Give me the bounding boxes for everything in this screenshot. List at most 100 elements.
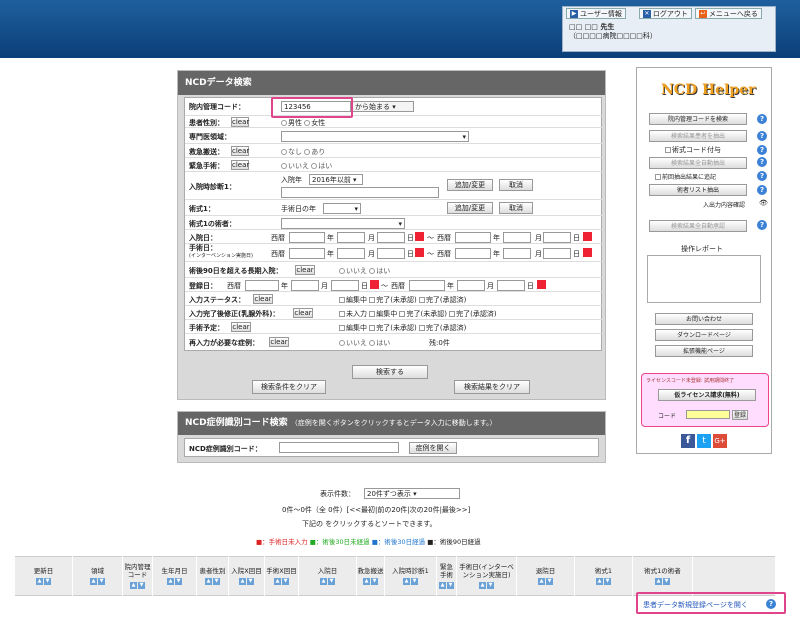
highlight-box bbox=[271, 97, 353, 118]
sort-icon[interactable]: ▲ ▼ bbox=[439, 582, 454, 589]
help-icon[interactable]: ? bbox=[757, 157, 767, 167]
paging-summary[interactable]: 0件〜0件（全 0件）[<<最初|前の20件|次の20件|最後>>] bbox=[282, 505, 470, 515]
column-header[interactable]: 術式1 ▲ ▼ bbox=[575, 556, 633, 596]
ncd-helper-panel: NCD Helper 院内管理コードを検索? 検索結果患者を抽出? 術式コード付… bbox=[636, 67, 772, 454]
sort-icon[interactable]: ▲ ▼ bbox=[403, 578, 418, 585]
revision-clear[interactable]: clear bbox=[293, 308, 313, 318]
user-name: □□ □□ 先生 bbox=[569, 23, 615, 31]
reg-date-row: 登録日： 西暦年月日〜西暦年月日 bbox=[185, 278, 603, 292]
hospital-name: （□□□□病院□□□□科） bbox=[569, 32, 657, 40]
match-mode-select[interactable]: から始まる ▾ bbox=[352, 101, 414, 112]
planned-clear[interactable]: clear bbox=[231, 322, 251, 332]
column-header[interactable]: 院内管理コード ▲ ▼ bbox=[123, 556, 153, 596]
procedure-add-button[interactable]: 追加/変更 bbox=[447, 202, 493, 214]
search-form: 院内管理コード： 123456 から始まる ▾ 患者性別： clear 男性 女性 … bbox=[184, 97, 603, 351]
google-plus-icon[interactable]: G+ bbox=[713, 434, 727, 448]
surgery-year-select[interactable]: ▾ bbox=[323, 203, 361, 214]
column-header[interactable]: 領域 ▲ ▼ bbox=[73, 556, 123, 596]
sort-icon[interactable]: ▲ ▼ bbox=[596, 578, 611, 585]
case-code-input[interactable] bbox=[279, 442, 399, 453]
license-code-input[interactable] bbox=[686, 410, 730, 419]
facebook-icon[interactable]: f bbox=[681, 434, 695, 448]
user-info-box: ▶ ユーザー情報 ✕ ログアウト ↩ メニューへ戻る □□ □□ 先生 （□□□□病院□… bbox=[562, 6, 776, 52]
input-status-clear[interactable]: clear bbox=[253, 294, 273, 304]
help-icon[interactable]: ? bbox=[757, 145, 767, 155]
admission-diag-input[interactable] bbox=[281, 187, 439, 198]
help-icon[interactable]: ? bbox=[757, 220, 767, 230]
help-icon[interactable]: ? bbox=[757, 114, 767, 124]
license-box: ライセンスコード未登録: 試用期間终了 仮ライセンス請求(無料) コード 登録 bbox=[641, 373, 769, 427]
sort-icon[interactable]: ▲ ▼ bbox=[130, 582, 145, 589]
long-stay-clear[interactable]: clear bbox=[295, 265, 315, 275]
sort-icon[interactable]: ▲ ▼ bbox=[239, 578, 254, 585]
procedure-cancel-button[interactable]: 取消 bbox=[499, 202, 533, 214]
search-button[interactable]: 検索する bbox=[352, 365, 428, 379]
license-request-button[interactable]: 仮ライセンス請求(無料) bbox=[658, 389, 756, 401]
auto-extract-button[interactable]: 検索結果全自動抽出 bbox=[649, 157, 747, 169]
gender-clear[interactable]: clear bbox=[231, 117, 249, 127]
column-header[interactable]: 生年月日 ▲ ▼ bbox=[153, 556, 197, 596]
sort-icon[interactable]: ▲ ▼ bbox=[205, 578, 220, 585]
search-panel-title: NCDデータ検索 bbox=[178, 71, 605, 95]
sort-icon[interactable]: ▲ ▼ bbox=[90, 578, 105, 585]
emergency-clear[interactable]: clear bbox=[231, 146, 249, 156]
calendar-icon[interactable] bbox=[415, 248, 424, 257]
column-header[interactable]: 救急搬送 ▲ ▼ bbox=[357, 556, 385, 596]
diag-add-button[interactable]: 追加/変更 bbox=[447, 179, 493, 191]
column-header[interactable]: 更新日 ▲ ▼ bbox=[15, 556, 73, 596]
surgery-date-row: 手術日： (インターベンション実施日) 西暦年月日〜西暦年月日 bbox=[185, 244, 603, 262]
admission-year-select[interactable]: 2016年以前 ▾ bbox=[309, 174, 363, 185]
list-extract-button[interactable]: 術者リスト抽出 bbox=[649, 184, 747, 196]
clear-conditions-button[interactable]: 検索条件をクリア bbox=[252, 380, 326, 394]
sort-icon[interactable]: ▲ ▼ bbox=[363, 578, 378, 585]
register-button[interactable]: 登録 bbox=[732, 410, 748, 420]
search-code-button[interactable]: 院内管理コードを検索 bbox=[649, 113, 747, 125]
help-icon[interactable]: ? bbox=[757, 171, 767, 181]
column-header[interactable]: 患者性別 ▲ ▼ bbox=[197, 556, 229, 596]
column-header[interactable]: 入院日 ▲ ▼ bbox=[299, 556, 357, 596]
column-header[interactable]: 入院X回目 ▲ ▼ bbox=[229, 556, 265, 596]
reinput-clear[interactable]: clear bbox=[269, 337, 289, 347]
sort-icon[interactable]: ▲ ▼ bbox=[320, 578, 335, 585]
sort-icon[interactable]: ▲ ▼ bbox=[538, 578, 553, 585]
sort-icon[interactable]: ▲ ▼ bbox=[36, 578, 51, 585]
column-header[interactable]: 退院日 ▲ ▼ bbox=[517, 556, 575, 596]
calendar-icon[interactable] bbox=[583, 248, 592, 257]
legend: ■：手術日未入力 ■：術後30日未経過 ■：術後30日経過 ■：術後90日経過 bbox=[256, 538, 481, 546]
column-header[interactable]: 入院時診断1 ▲ ▼ bbox=[385, 556, 437, 596]
surgeon-select[interactable]: ▾ bbox=[281, 218, 405, 229]
extract-button[interactable]: 検索結果患者を抽出 bbox=[649, 130, 747, 142]
twitter-icon[interactable]: t bbox=[697, 434, 711, 448]
help-icon[interactable]: ? bbox=[757, 185, 767, 195]
contact-button[interactable]: お問い合わせ bbox=[655, 313, 753, 325]
calendar-icon[interactable] bbox=[583, 232, 592, 241]
highlight-box bbox=[636, 592, 786, 614]
display-count-select[interactable]: 20件ずつ表示 ▾ bbox=[364, 488, 460, 499]
diag-cancel-button[interactable]: 取消 bbox=[499, 179, 533, 191]
column-header[interactable]: 緊急手術 ▲ ▼ bbox=[437, 556, 457, 596]
help-icon[interactable]: ? bbox=[757, 131, 767, 141]
download-button[interactable]: ダウンロードページ bbox=[655, 329, 753, 341]
calendar-icon[interactable] bbox=[415, 232, 424, 241]
eye-icon[interactable]: 👁 bbox=[759, 199, 768, 207]
menu-back-button[interactable]: ↩ メニューへ戻る bbox=[694, 8, 762, 19]
column-header[interactable]: 手術日(インターベンション実施日) ▲ ▼ bbox=[457, 556, 517, 596]
user-info-button[interactable]: ▶ ユーザー情報 bbox=[566, 8, 626, 19]
emergency-surgery-clear[interactable]: clear bbox=[231, 160, 249, 170]
specialty-select[interactable]: ▾ bbox=[281, 131, 469, 142]
sort-icon[interactable]: ▲ ▼ bbox=[655, 578, 670, 585]
all-auto-button[interactable]: 検索結果全自動承認 bbox=[649, 220, 747, 232]
report-area[interactable] bbox=[647, 255, 761, 303]
ext-page-button[interactable]: 拡張機能ページ bbox=[655, 345, 753, 357]
open-case-button[interactable]: 症例を開く bbox=[409, 442, 457, 454]
ncd-helper-logo: NCD Helper bbox=[661, 82, 756, 98]
case-code-panel: NCD症例識別コード検索 （症例を開くボタンをクリックするとデータ入力に移動しま… bbox=[177, 411, 606, 463]
clear-results-button[interactable]: 検索結果をクリア bbox=[454, 380, 530, 394]
close-icon: ✕ bbox=[642, 9, 651, 18]
column-header[interactable]: 手術X回目 ▲ ▼ bbox=[265, 556, 299, 596]
sort-icon[interactable]: ▲ ▼ bbox=[479, 582, 494, 589]
sort-icon[interactable]: ▲ ▼ bbox=[274, 578, 289, 585]
sort-icon[interactable]: ▲ ▼ bbox=[167, 578, 182, 585]
logout-button[interactable]: ✕ ログアウト bbox=[638, 8, 692, 19]
column-header[interactable]: 術式1の術者 ▲ ▼ bbox=[633, 556, 693, 596]
